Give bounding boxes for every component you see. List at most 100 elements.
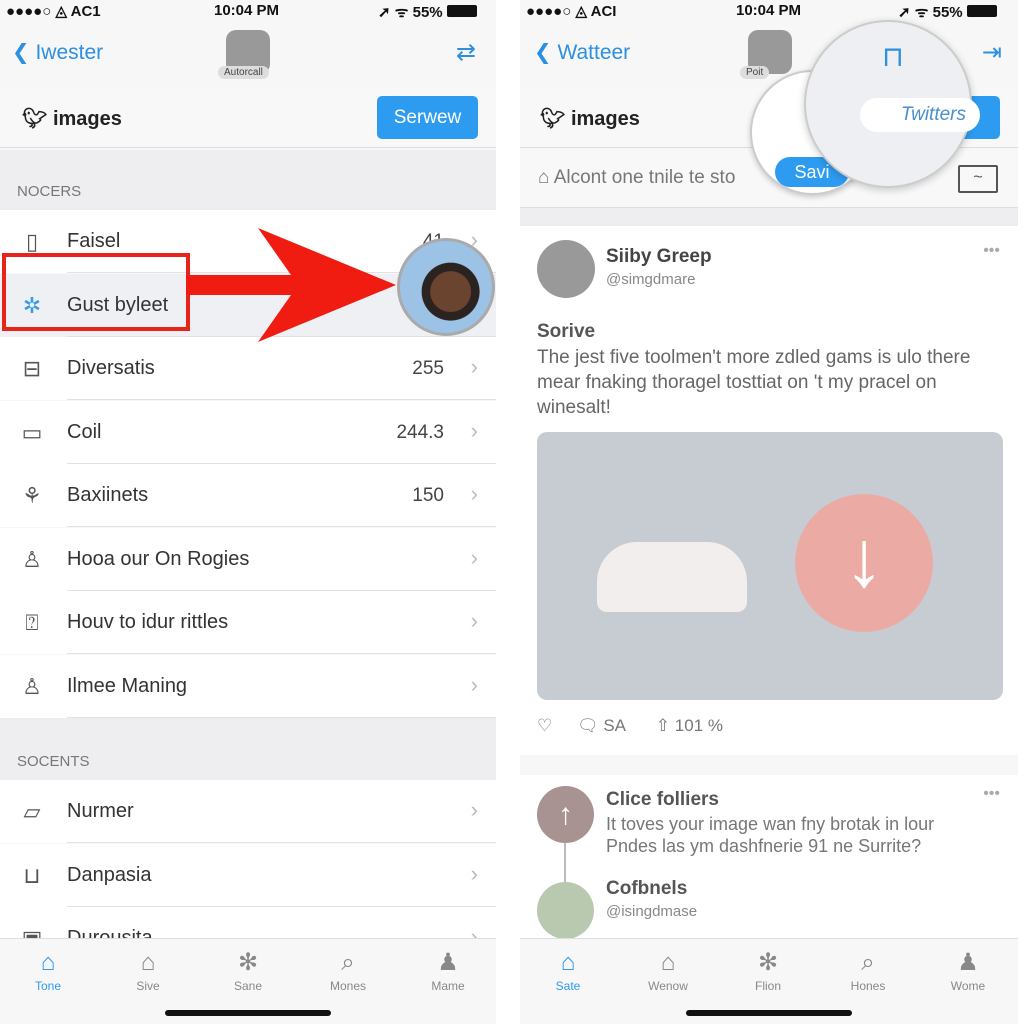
list-item[interactable]: ♙ Hooa our On Rogies › bbox=[0, 527, 496, 591]
inbox-icon: ⊟ bbox=[22, 356, 42, 381]
tab-wenow[interactable]: ⌂ Wenow bbox=[628, 947, 708, 993]
tab-tone[interactable]: ⌂ Tone bbox=[8, 947, 88, 993]
list-item-value: 255 bbox=[412, 358, 444, 379]
list-item-label: Coil bbox=[67, 420, 102, 443]
battery-percent: 55% bbox=[932, 4, 963, 21]
back-label: Iwester bbox=[35, 41, 104, 64]
list-item[interactable]: ⊔ Danpasia › bbox=[0, 843, 496, 907]
chevron-right-icon: › bbox=[470, 354, 478, 379]
download-icon[interactable]: ↓ bbox=[795, 494, 933, 632]
back-button[interactable]: ❮ Iwester bbox=[12, 40, 103, 65]
tab-label: Mame bbox=[431, 979, 465, 993]
chart-icon[interactable]: ~ bbox=[958, 165, 998, 193]
list-item-label: Faisel bbox=[67, 230, 121, 252]
post-body: The jest five toolmen't more zdled gams … bbox=[537, 347, 971, 418]
post-author[interactable]: Siiby Greep bbox=[606, 246, 712, 268]
list-item[interactable]: ⊟ Diversatis 255 › bbox=[0, 337, 496, 400]
avatar[interactable] bbox=[537, 882, 594, 939]
post-handle: @isingdmase bbox=[606, 903, 698, 920]
share-count: 101 % bbox=[674, 716, 723, 735]
chevron-right-icon: › bbox=[470, 544, 478, 570]
post-author[interactable]: Clice folliers bbox=[606, 789, 719, 811]
list-item-label: Nurmer bbox=[67, 800, 134, 822]
list-item[interactable]: ▱ Nurmer › bbox=[0, 780, 496, 843]
post-card: ↑ Clice folliers ••• It toves your image… bbox=[520, 775, 1018, 939]
battery-icon bbox=[966, 5, 997, 17]
tab-sive[interactable]: ⌂ Sive bbox=[108, 947, 188, 993]
share-icon[interactable]: ⇄ bbox=[456, 38, 476, 67]
list-item[interactable]: ▭ Coil 244.3 › bbox=[0, 400, 496, 464]
post-body: It toves your image wan fny brotak in lo… bbox=[606, 814, 935, 856]
post-heading: Sorive bbox=[537, 321, 596, 342]
tab-icon: ⌂ bbox=[140, 949, 156, 976]
tab-label: Flion bbox=[754, 979, 781, 993]
profile-photo-avatar bbox=[397, 238, 495, 336]
comment-count: SA bbox=[603, 716, 626, 735]
tab-hones[interactable]: ⌕ Hones bbox=[828, 947, 908, 993]
carrier: ●●●●○ ◬ ACI bbox=[526, 3, 617, 20]
home-icon: ⌂ bbox=[538, 167, 550, 188]
list-item-label: Hooa our On Rogies bbox=[67, 547, 250, 570]
chevron-right-icon: › bbox=[470, 671, 478, 697]
tab-sane[interactable]: ✻ Sane bbox=[208, 947, 288, 993]
cloud-image-icon bbox=[597, 542, 747, 612]
list-item[interactable]: ⍰ Houv to idur rittles › bbox=[0, 591, 496, 654]
list-item-label: Ilmee Maning bbox=[67, 674, 188, 697]
home-indicator bbox=[165, 1010, 331, 1016]
post-handle: @simgdmare bbox=[606, 271, 696, 288]
tab-icon: ♟ bbox=[957, 949, 979, 976]
tab-wome[interactable]: ♟ Wome bbox=[928, 947, 1008, 993]
chat-bubble-icon: ▱ bbox=[23, 799, 41, 824]
clock: 10:04 PM bbox=[214, 2, 280, 19]
search-input[interactable]: Alcont one tnile te sto bbox=[554, 167, 736, 188]
battery-icon bbox=[446, 5, 477, 17]
magnifier-large: ⊓ Twitters bbox=[804, 20, 980, 188]
logout-icon[interactable]: ⇥ bbox=[982, 38, 1002, 67]
tab-icon: ⌕ bbox=[861, 949, 875, 976]
battery-percent: 55% bbox=[412, 4, 443, 21]
tab-label: Wome bbox=[950, 979, 986, 993]
section-header: SOCENTS bbox=[0, 718, 496, 780]
folder-icon: ▭ bbox=[21, 419, 43, 445]
chevron-right-icon: › bbox=[470, 608, 478, 633]
serwew-button[interactable]: Serwew bbox=[377, 96, 478, 139]
tab-icon: ⌂ bbox=[660, 949, 676, 976]
more-icon[interactable]: ••• bbox=[983, 242, 1000, 260]
twitters-button[interactable]: Twitters bbox=[860, 98, 980, 132]
plant-icon: ⚘ bbox=[22, 483, 42, 508]
tab-icon: ✻ bbox=[237, 949, 259, 976]
list-item-label: Houv to idur rittles bbox=[67, 611, 229, 633]
tab-icon: ✻ bbox=[757, 949, 779, 976]
back-button[interactable]: ❮ Watteer bbox=[534, 40, 630, 65]
tab-sate[interactable]: ⌂ Sate bbox=[528, 947, 608, 993]
avatar[interactable]: ↑ bbox=[537, 786, 594, 843]
tab-mones[interactable]: ⌕ Mones bbox=[308, 947, 388, 993]
shopping-bag-icon[interactable]: ⊓ bbox=[882, 40, 904, 73]
page-title: images bbox=[570, 108, 640, 130]
page-title: images bbox=[52, 108, 122, 130]
left-screen: ●●●●○ ◬ AC1 10:04 PM ➚ ᯤ 55% ❮ Iwester A… bbox=[0, 0, 496, 1024]
more-icon[interactable]: ••• bbox=[983, 785, 1000, 803]
chevron-right-icon: › bbox=[470, 417, 478, 443]
tab-mame[interactable]: ♟ Mame bbox=[408, 947, 488, 993]
carrier: ●●●●○ ◬ AC1 bbox=[6, 3, 101, 20]
list-item-label: Diversatis bbox=[67, 357, 155, 379]
tab-flion[interactable]: ✻ Flion bbox=[728, 947, 808, 993]
back-label: Watteer bbox=[557, 41, 631, 64]
tab-icon: ♟ bbox=[437, 949, 459, 976]
image-placeholder[interactable]: ↓ bbox=[537, 432, 1003, 700]
status-bar: ●●●●○ ◬ AC1 10:04 PM ➚ ᯤ 55% bbox=[0, 0, 496, 22]
list-item[interactable]: ⚘ Baxiinets 150 › bbox=[0, 464, 496, 527]
twitter-bird-icon: 🐦︎ bbox=[540, 108, 566, 130]
tab-icon: ⌕ bbox=[341, 949, 355, 976]
share-icon[interactable]: ⇧ bbox=[656, 716, 670, 735]
list-item-label: Baxiinets bbox=[67, 484, 149, 506]
list-item[interactable]: ♙ Ilmee Maning › bbox=[0, 654, 496, 718]
avatar[interactable] bbox=[537, 240, 595, 298]
person-icon: ♙ bbox=[22, 673, 42, 699]
post-author[interactable]: Cofbnels bbox=[606, 878, 687, 900]
comment-icon[interactable]: 🗨︎ bbox=[577, 716, 599, 735]
like-icon[interactable]: ♡ bbox=[537, 716, 552, 735]
app-label: Poit bbox=[740, 66, 770, 79]
app-label: Autorcall bbox=[218, 66, 269, 79]
